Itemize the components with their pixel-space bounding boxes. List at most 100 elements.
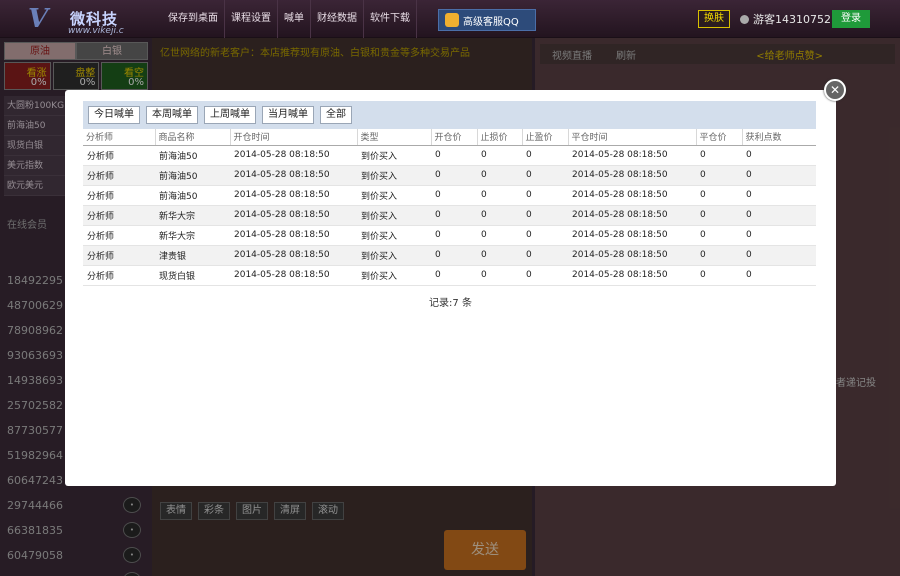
table-cell: 0 — [477, 165, 522, 186]
table-cell: 0 — [742, 225, 816, 246]
table-cell: 0 — [522, 165, 568, 186]
table-cell: 0 — [696, 185, 742, 206]
table-cell: 0 — [696, 205, 742, 226]
table-cell: 2014-05-28 08:18:50 — [568, 145, 696, 166]
table-cell: 0 — [696, 245, 742, 266]
table-cell: 到价买入 — [357, 185, 431, 206]
table-cell: 0 — [431, 165, 477, 186]
nav-course-settings[interactable]: 课程设置 — [225, 0, 278, 38]
table-cell: 0 — [742, 145, 816, 166]
table-cell: 分析师 — [83, 165, 155, 186]
column-header: 获利点数 — [742, 129, 816, 146]
table-row[interactable]: 分析师 现货白银 2014-05-28 08:18:50 到价买入 0 0 0 2014-05… — [83, 265, 816, 286]
qq-support-button[interactable]: 高级客服QQ — [438, 9, 536, 31]
table-cell: 分析师 — [83, 205, 155, 226]
table-row[interactable]: 分析师 前海油50 2014-05-28 08:18:50 到价买入 0 0 0 2014-0… — [83, 185, 816, 206]
table-cell: 0 — [522, 205, 568, 226]
table-cell: 到价买入 — [357, 165, 431, 186]
table-cell: 0 — [477, 185, 522, 206]
close-icon[interactable]: ✕ — [824, 79, 846, 101]
table-cell: 到价买入 — [357, 265, 431, 286]
table-cell: 2014-05-28 08:18:50 — [568, 205, 696, 226]
table-cell: 0 — [522, 245, 568, 266]
table-cell: 2014-05-28 08:18:50 — [230, 165, 357, 186]
table-cell: 前海油50 — [155, 145, 230, 166]
table-cell: 0 — [431, 145, 477, 166]
nav-finance-data[interactable]: 财经数据 — [311, 0, 364, 38]
table-cell: 0 — [742, 185, 816, 206]
nav-software-download[interactable]: 软件下载 — [364, 0, 417, 38]
table-cell: 2014-05-28 08:18:50 — [230, 205, 357, 226]
column-header: 类型 — [357, 129, 432, 146]
record-count: 记录:7 条 — [429, 298, 472, 309]
top-nav: 保存到桌面 课程设置 喊单 财经数据 软件下载 — [162, 0, 417, 38]
table-cell: 0 — [477, 225, 522, 246]
table-row[interactable]: 分析师 前海油50 2014-05-28 08:18:50 到价买入 0 0 0 2014-0… — [83, 165, 816, 186]
table-cell: 0 — [522, 185, 568, 206]
column-header: 平仓时间 — [568, 129, 697, 146]
guest-label: 游客14310752 — [753, 13, 831, 26]
login-button[interactable]: 登录 — [832, 10, 870, 28]
table-cell: 0 — [477, 205, 522, 226]
filter-last-week-button[interactable]: 上周喊单 — [204, 106, 256, 124]
table-cell: 0 — [431, 185, 477, 206]
table-cell: 分析师 — [83, 225, 155, 246]
filter-all-button[interactable]: 全部 — [320, 106, 352, 124]
table-cell: 0 — [696, 225, 742, 246]
column-header: 止损价 — [477, 129, 523, 146]
table-row[interactable]: 分析师 新华大宗 2014-05-28 08:18:50 到价买入 0 0 0 2014-05… — [83, 225, 816, 246]
qq-support-label: 高级客服QQ — [463, 16, 519, 28]
filter-bar: 今日喊单 本周喊单 上周喊单 当月喊单 全部 — [83, 101, 816, 129]
top-bar: V 微科技 www.vikeji.c 保存到桌面 课程设置 喊单 财经数据 软件… — [0, 0, 900, 38]
call-orders-dialog: 今日喊单 本周喊单 上周喊单 当月喊单 全部 分析师 商品名称 开仓时间 类型 开仓价止… — [65, 90, 836, 486]
table-cell: 新华大宗 — [155, 205, 230, 226]
nav-call-orders[interactable]: 喊单 — [278, 0, 311, 38]
table-cell: 2014-05-28 08:18:50 — [568, 265, 696, 286]
column-header: 商品名称 — [155, 129, 231, 146]
table-cell: 2014-05-28 08:18:50 — [230, 245, 357, 266]
table-cell: 0 — [742, 165, 816, 186]
column-header: 止盈价 — [522, 129, 569, 146]
table-cell: 前海油50 — [155, 165, 230, 186]
table-row[interactable]: 分析师 前海油50 2014-05-28 08:18:50 到价买入 0 0 0 2014-0… — [83, 145, 816, 166]
table-cell: 0 — [696, 145, 742, 166]
table-cell: 现货白银 — [155, 265, 230, 286]
table-row[interactable]: 分析师 津贵银 2014-05-28 08:18:50 到价买入 0 0 0 2014-05-… — [83, 245, 816, 266]
table-row[interactable]: 分析师 新华大宗 2014-05-28 08:18:50 到价买入 0 0 0 2014-05… — [83, 205, 816, 226]
guest-info: 游客14310752 — [740, 10, 831, 28]
table-cell: 0 — [477, 245, 522, 266]
table-cell: 0 — [431, 225, 477, 246]
table-cell: 2014-05-28 08:18:50 — [568, 165, 696, 186]
table-cell: 0 — [477, 145, 522, 166]
table-cell: 2014-05-28 08:18:50 — [230, 225, 357, 246]
table-cell: 到价买入 — [357, 205, 431, 226]
table-cell: 0 — [742, 265, 816, 286]
table-cell: 2014-05-28 08:18:50 — [568, 185, 696, 206]
table-body: 分析师 前海油50 2014-05-28 08:18:50 到价买入 0 0 0 2014-0… — [83, 145, 816, 286]
table-cell: 2014-05-28 08:18:50 — [230, 265, 357, 286]
table-cell: 2014-05-28 08:18:50 — [568, 225, 696, 246]
table-cell: 2014-05-28 08:18:50 — [230, 185, 357, 206]
filter-today-button[interactable]: 今日喊单 — [88, 106, 140, 124]
table-cell: 2014-05-28 08:18:50 — [230, 145, 357, 166]
filter-this-month-button[interactable]: 当月喊单 — [262, 106, 314, 124]
table-cell: 0 — [742, 205, 816, 226]
skin-button[interactable]: 换肤 — [698, 10, 730, 28]
table-cell: 2014-05-28 08:18:50 — [568, 245, 696, 266]
column-header: 开仓时间 — [230, 129, 358, 146]
filter-this-week-button[interactable]: 本周喊单 — [146, 106, 198, 124]
table-cell: 0 — [431, 205, 477, 226]
table-cell: 0 — [522, 145, 568, 166]
table-cell: 0 — [742, 245, 816, 266]
table-cell: 0 — [522, 225, 568, 246]
table-cell: 分析师 — [83, 265, 155, 286]
orders-table: 分析师 商品名称 开仓时间 类型 开仓价 止损价 止盈价 平仓时间 平仓价 获利点数 分析师 前海油… — [83, 129, 816, 286]
column-header: 平仓价 — [696, 129, 743, 146]
logo[interactable]: V 微科技 www.vikeji.c — [28, 4, 156, 36]
logo-mark-icon: V — [28, 4, 49, 34]
table-cell: 到价买入 — [357, 225, 431, 246]
nav-save-desktop[interactable]: 保存到桌面 — [162, 0, 225, 38]
table-cell: 0 — [431, 245, 477, 266]
table-cell: 分析师 — [83, 145, 155, 166]
table-cell: 分析师 — [83, 245, 155, 266]
